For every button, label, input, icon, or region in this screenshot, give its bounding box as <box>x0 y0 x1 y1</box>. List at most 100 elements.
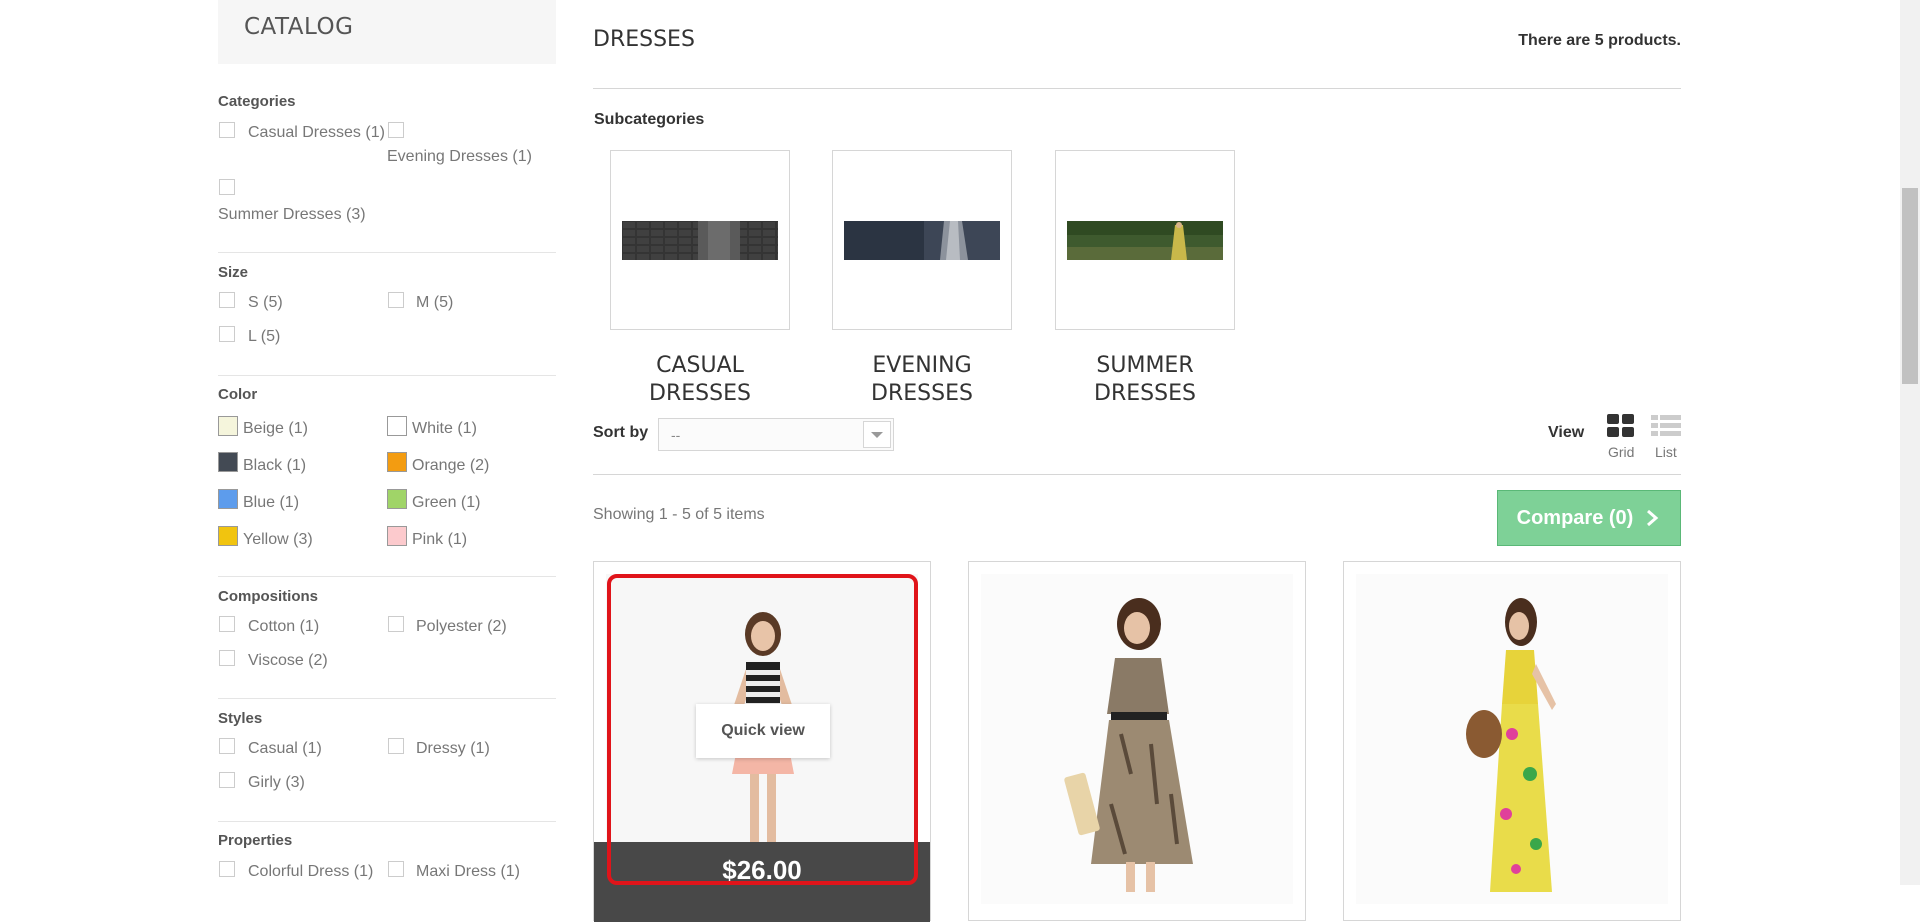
list-view-button[interactable] <box>1650 413 1682 444</box>
filter-option-casual[interactable]: Casual (1) <box>248 740 322 758</box>
checkbox-girly[interactable] <box>219 772 235 788</box>
filter-title-styles: Styles <box>218 710 263 727</box>
compare-button[interactable]: Compare (0) <box>1497 490 1681 546</box>
filter-option-size-l[interactable]: L (5) <box>248 328 280 346</box>
filter-option-polyester[interactable]: Polyester (2) <box>416 618 507 636</box>
filter-title-properties: Properties <box>218 832 293 849</box>
filter-option-casual-dresses[interactable]: Casual Dresses (1) <box>248 124 385 142</box>
product-card[interactable] <box>968 561 1306 921</box>
checkbox-casual-dresses[interactable] <box>219 122 235 138</box>
filter-option-beige[interactable]: Beige (1) <box>243 420 308 438</box>
catalog-title: CATALOG <box>244 14 354 40</box>
color-swatch-white[interactable] <box>387 416 407 436</box>
scrollbar-track[interactable] <box>1900 0 1920 885</box>
subcategory-name-line2: DRESSES <box>871 381 973 406</box>
compare-button-label: Compare (0) <box>1516 506 1634 529</box>
view-label: View <box>1548 424 1585 441</box>
page-title: DRESSES <box>593 27 695 52</box>
checkbox-polyester[interactable] <box>388 616 404 632</box>
filter-option-colorful-dress[interactable]: Colorful Dress (1) <box>248 863 373 881</box>
checkbox-viscose[interactable] <box>219 650 235 666</box>
filter-option-girly[interactable]: Girly (3) <box>248 774 305 792</box>
checkbox-maxi-dress[interactable] <box>388 861 404 877</box>
filter-option-summer-dresses[interactable]: Summer Dresses (3) <box>218 206 366 224</box>
color-swatch-beige[interactable] <box>218 416 238 436</box>
filter-option-dressy[interactable]: Dressy (1) <box>416 740 490 758</box>
checkbox-dressy[interactable] <box>388 738 404 754</box>
checkbox-summer-dresses[interactable] <box>219 179 235 195</box>
showing-items-text: Showing 1 - 5 of 5 items <box>593 506 765 523</box>
color-swatch-yellow[interactable] <box>218 526 238 546</box>
subcategory-image-evening[interactable] <box>832 150 1012 330</box>
grid-view-caption[interactable]: Grid <box>1608 444 1634 460</box>
product-image[interactable] <box>1356 574 1668 904</box>
summer-dresses-banner-image <box>1067 221 1223 260</box>
divider <box>218 252 556 253</box>
checkbox-size-s[interactable] <box>219 292 235 308</box>
checkbox-casual[interactable] <box>219 738 235 754</box>
divider <box>218 576 556 577</box>
color-swatch-orange[interactable] <box>387 452 407 472</box>
list-icon <box>1651 415 1681 436</box>
list-view-caption[interactable]: List <box>1655 444 1677 460</box>
subcategories-heading: Subcategories <box>594 111 705 128</box>
subcategory-link-evening[interactable]: EVENING DRESSES <box>832 352 1012 408</box>
divider <box>218 375 556 376</box>
filter-option-white[interactable]: White (1) <box>412 420 477 438</box>
grid-view-button[interactable] <box>1606 413 1636 444</box>
filter-option-cotton[interactable]: Cotton (1) <box>248 618 319 636</box>
subcategory-name-line2: DRESSES <box>649 381 751 406</box>
filter-option-green[interactable]: Green (1) <box>412 494 480 512</box>
filter-option-blue[interactable]: Blue (1) <box>243 494 299 512</box>
checkbox-cotton[interactable] <box>219 616 235 632</box>
divider <box>218 821 556 822</box>
product-image[interactable] <box>981 574 1293 904</box>
filter-title-categories: Categories <box>218 93 296 110</box>
filter-option-maxi-dress[interactable]: Maxi Dress (1) <box>416 863 520 881</box>
subcategory-name-line1: SUMMER <box>1096 353 1194 378</box>
divider <box>593 474 1681 475</box>
chevron-down-icon[interactable] <box>863 421 891 448</box>
casual-dresses-banner-image <box>622 221 778 260</box>
filter-title-color: Color <box>218 386 258 403</box>
subcategory-name-line2: DRESSES <box>1094 381 1196 406</box>
grid-icon <box>1607 414 1634 437</box>
chevron-down-icon-glyph <box>871 432 883 438</box>
sort-select[interactable]: -- <box>658 418 894 451</box>
filter-option-viscose[interactable]: Viscose (2) <box>248 652 328 670</box>
chevron-right-icon <box>1647 509 1659 527</box>
filter-option-yellow[interactable]: Yellow (3) <box>243 531 313 549</box>
subcategory-link-summer[interactable]: SUMMER DRESSES <box>1055 352 1235 408</box>
product-count: There are 5 products. <box>1518 32 1681 49</box>
sort-select-value: -- <box>671 427 681 443</box>
subcategory-image-casual[interactable] <box>610 150 790 330</box>
filter-option-size-m[interactable]: M (5) <box>416 294 453 312</box>
subcategory-image-summer[interactable] <box>1055 150 1235 330</box>
subcategory-name-line1: EVENING <box>872 353 972 378</box>
filter-option-pink[interactable]: Pink (1) <box>412 531 467 549</box>
checkbox-size-m[interactable] <box>388 292 404 308</box>
filter-option-orange[interactable]: Orange (2) <box>412 457 489 475</box>
scrollbar-thumb[interactable] <box>1902 188 1918 384</box>
filter-option-evening-dresses[interactable]: Evening Dresses (1) <box>387 148 532 166</box>
filter-option-size-s[interactable]: S (5) <box>248 294 283 312</box>
color-swatch-black[interactable] <box>218 452 238 472</box>
subcategory-link-casual[interactable]: CASUAL DRESSES <box>610 352 790 408</box>
sort-label: Sort by <box>593 424 649 441</box>
divider <box>218 698 556 699</box>
filter-title-size: Size <box>218 264 249 281</box>
product-photo-printed-dress <box>981 574 1293 904</box>
checkbox-size-l[interactable] <box>219 326 235 342</box>
checkbox-evening-dresses[interactable] <box>388 122 404 138</box>
filter-title-compositions: Compositions <box>218 588 318 605</box>
product-card[interactable] <box>1343 561 1681 921</box>
checkbox-colorful-dress[interactable] <box>219 861 235 877</box>
highlight-outline <box>607 574 918 885</box>
color-swatch-green[interactable] <box>387 489 407 509</box>
subcategory-name-line1: CASUAL <box>656 353 744 378</box>
filter-option-black[interactable]: Black (1) <box>243 457 306 475</box>
color-swatch-blue[interactable] <box>218 489 238 509</box>
color-swatch-pink[interactable] <box>387 526 407 546</box>
evening-dresses-banner-image <box>844 221 1000 260</box>
divider <box>593 88 1681 89</box>
